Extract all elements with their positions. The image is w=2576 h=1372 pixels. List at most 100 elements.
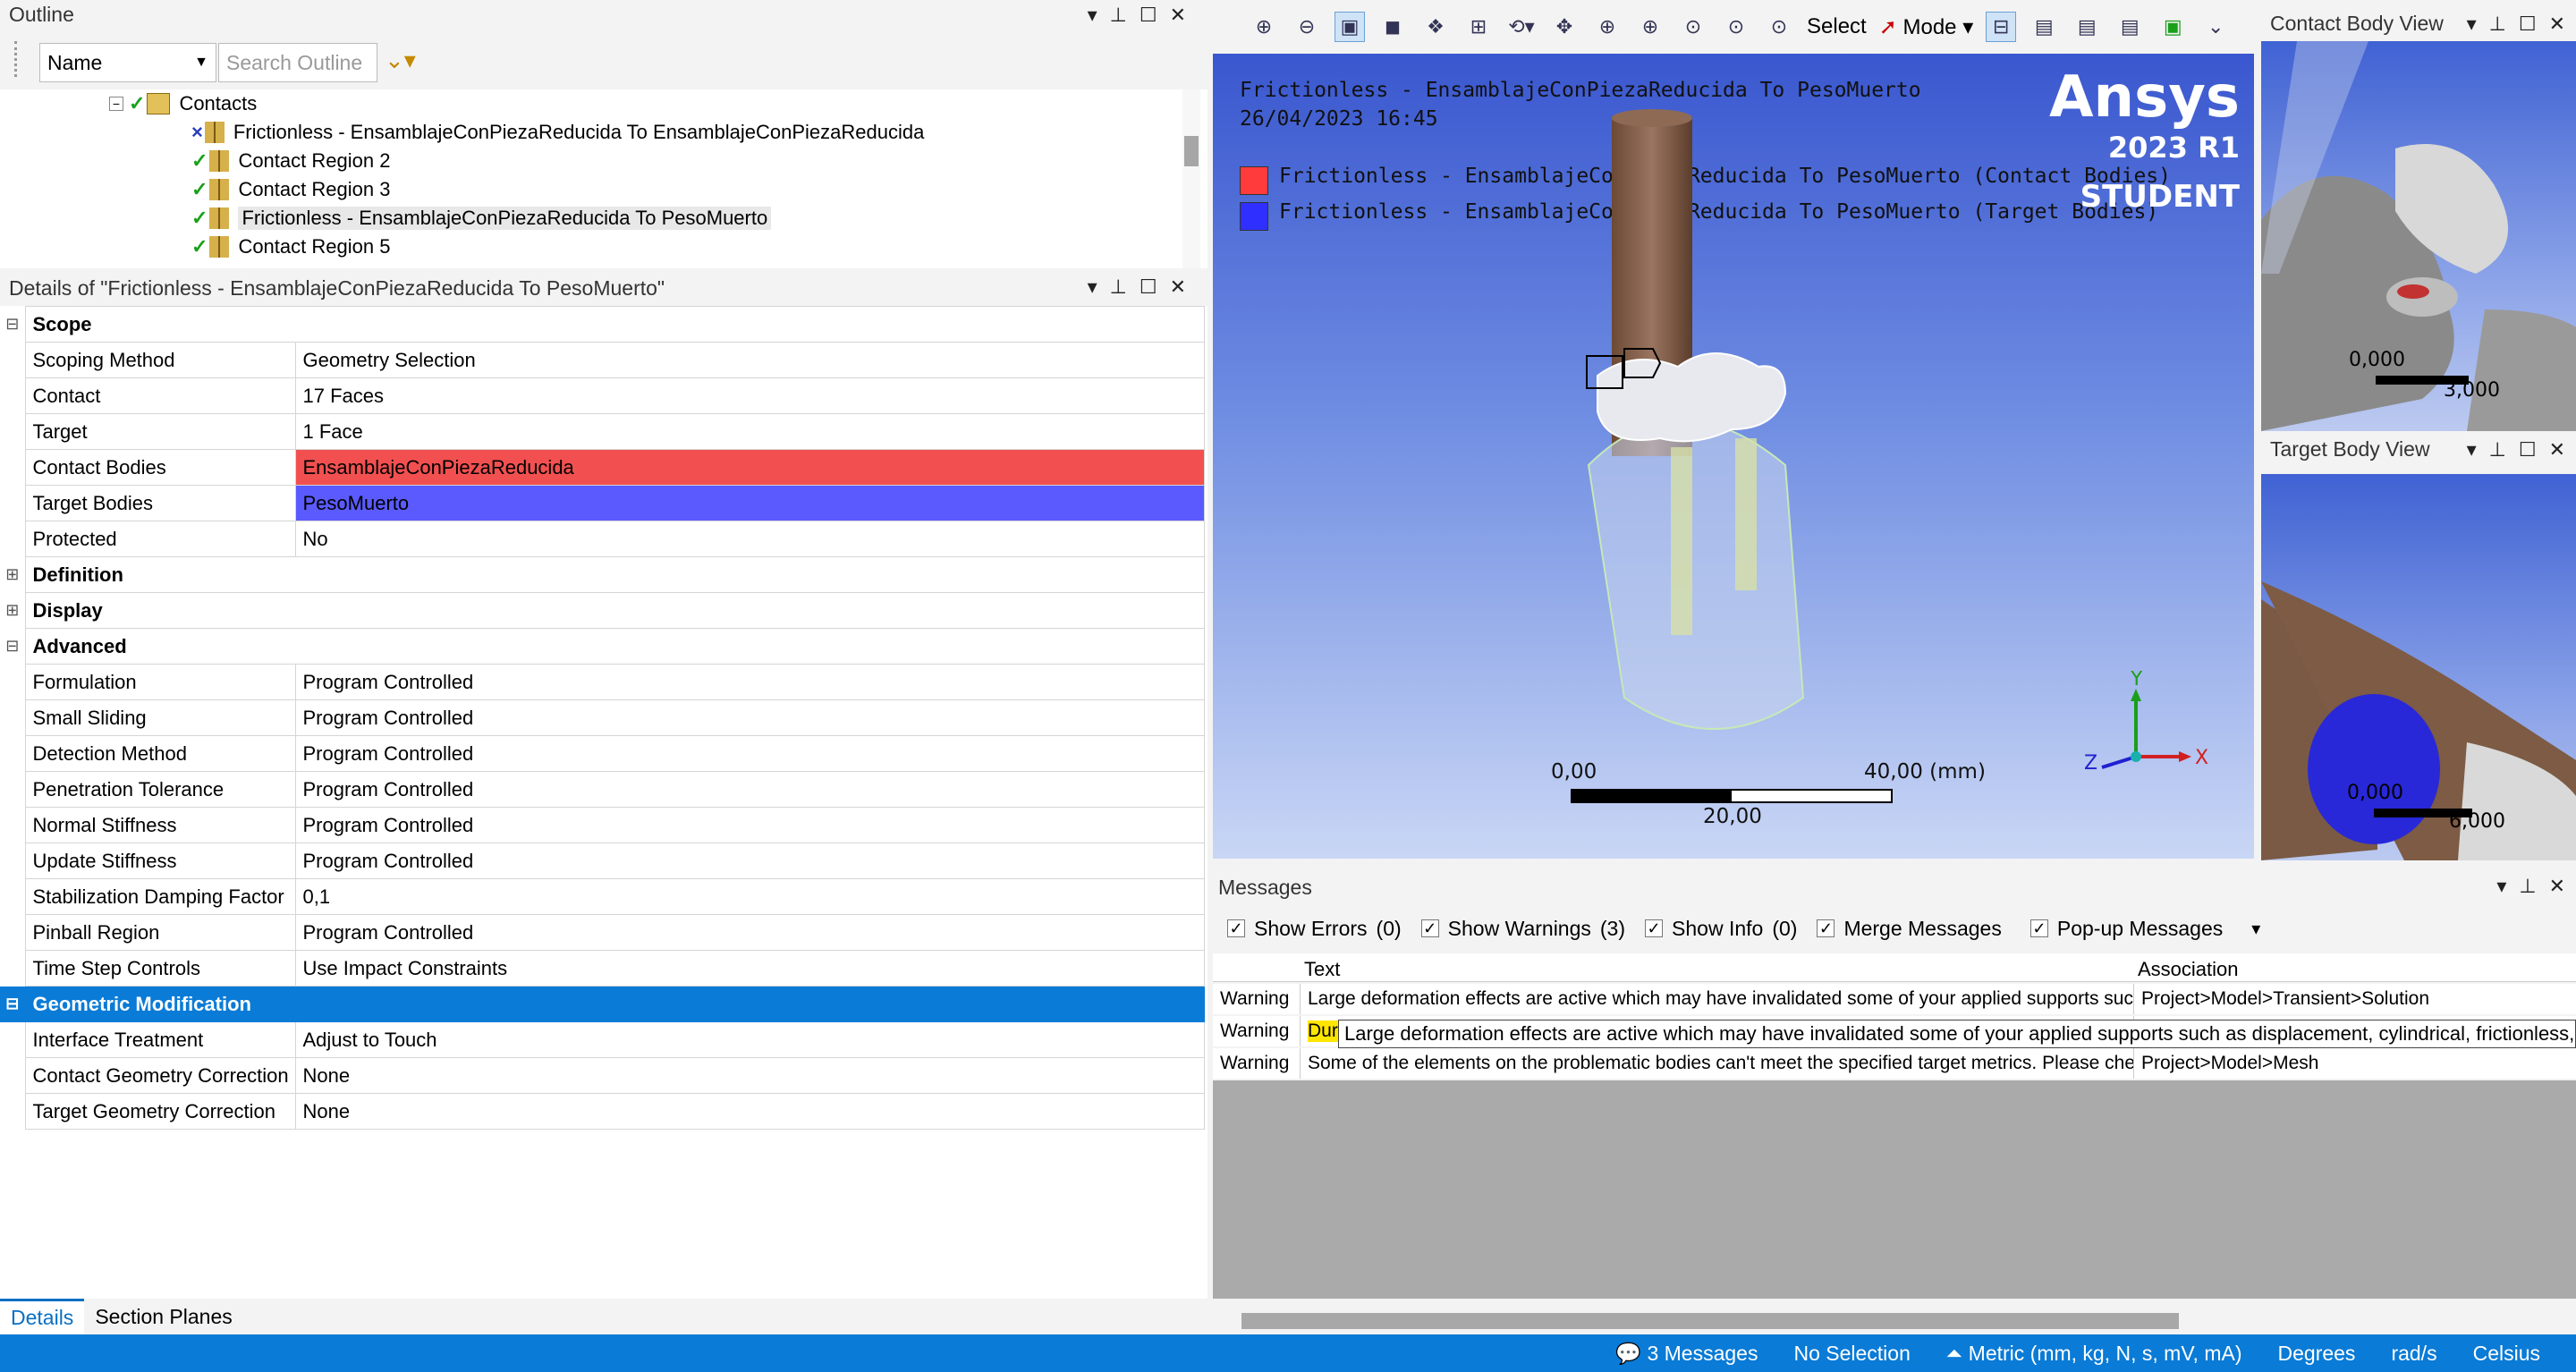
scrollbar-thumb[interactable] <box>1184 136 1199 166</box>
details-row[interactable]: Contact Bodies EnsamblajeConPiezaReducida <box>0 449 1205 486</box>
property-value[interactable]: EnsamblajeConPiezaReducida <box>294 449 1205 486</box>
details-row[interactable]: Scoping Method Geometry Selection <box>0 342 1205 378</box>
tree-item[interactable]: ✓ Contact Region 3 <box>191 175 390 204</box>
maximize-icon[interactable]: ☐ <box>1140 4 1157 27</box>
tab-details[interactable]: Details <box>0 1299 85 1334</box>
close-icon[interactable]: ✕ <box>2549 13 2565 36</box>
property-value[interactable]: Use Impact Constraints <box>294 950 1205 987</box>
property-value[interactable]: Program Controlled <box>294 735 1205 772</box>
property-value[interactable]: Program Controlled <box>294 914 1205 951</box>
select-mode-icon[interactable]: ⊟ <box>1986 12 2017 42</box>
status-rot[interactable]: rad/s <box>2391 1342 2436 1366</box>
details-row[interactable]: Contact 17 Faces <box>0 377 1205 414</box>
dropdown-icon[interactable]: ▾ <box>2467 438 2477 462</box>
select-all-icon[interactable]: ▤ <box>2114 12 2145 42</box>
property-value[interactable]: Geometry Selection <box>294 342 1205 378</box>
zoom-all-icon[interactable]: ⊙ <box>1721 12 1751 42</box>
grip-icon[interactable] <box>14 41 21 77</box>
maximize-icon[interactable]: ☐ <box>1140 275 1157 299</box>
tree-item[interactable]: ✓ Contact Region 2 <box>191 147 390 175</box>
tree-item[interactable]: × Frictionless - EnsamblajeConPiezaReduc… <box>191 118 924 147</box>
chevron-down-icon[interactable]: ▾ <box>2251 918 2260 940</box>
message-row[interactable]: Warning Large deformation effects are act… <box>1213 984 2576 1014</box>
details-row[interactable]: ⊞ Display <box>0 592 1205 629</box>
property-value[interactable]: Program Controlled <box>294 664 1205 700</box>
details-row[interactable]: Protected No <box>0 521 1205 557</box>
zoom-select-icon[interactable]: ⊙ <box>1764 12 1794 42</box>
details-row[interactable]: ⊟ Geometric Modification <box>0 986 1205 1022</box>
horizontal-scrollbar[interactable] <box>1209 1302 2576 1334</box>
expand-icon[interactable]: ⊟ <box>0 307 25 343</box>
property-value[interactable]: No <box>294 521 1205 557</box>
expand-icon[interactable]: ⊟ <box>0 629 25 665</box>
details-row[interactable]: Update Stiffness Program Controlled <box>0 843 1205 879</box>
message-filter[interactable]: ✓ Show Errors (0) <box>1227 917 1402 941</box>
checkbox-checked-icon[interactable]: ✓ <box>1817 919 1835 937</box>
property-value[interactable]: 1 Face <box>294 413 1205 450</box>
rotate-icon[interactable]: ⟲▾ <box>1506 12 1537 42</box>
zoom-box-icon[interactable]: ⊕ <box>1635 12 1665 42</box>
close-icon[interactable]: ✕ <box>2549 875 2565 898</box>
checkbox-checked-icon[interactable]: ✓ <box>1227 919 1245 937</box>
pin-icon[interactable]: ⊥ <box>2489 13 2506 36</box>
pan-icon[interactable]: ✥ <box>1549 12 1580 42</box>
zoom-out-icon[interactable]: ⊖ <box>1292 12 1322 42</box>
property-value[interactable]: Program Controlled <box>294 843 1205 879</box>
tree-item-contacts[interactable]: − ✓ Contacts <box>109 89 257 118</box>
details-row[interactable]: Target 1 Face <box>0 413 1205 450</box>
tree-item[interactable]: ✓ Contact Region 5 <box>191 233 390 261</box>
search-options-icon[interactable]: ⌄▾ <box>385 47 416 74</box>
tab-section-planes[interactable]: Section Planes <box>84 1299 242 1334</box>
dropdown-icon[interactable]: ▾ <box>2496 875 2506 898</box>
details-row[interactable]: Formulation Program Controlled <box>0 664 1205 700</box>
extend-limits-icon[interactable]: ▤ <box>2072 12 2102 42</box>
details-row[interactable]: Normal Stiffness Program Controlled <box>0 807 1205 843</box>
checkbox-checked-icon[interactable]: ✓ <box>2029 919 2048 937</box>
extend-icon[interactable]: ▤ <box>2029 12 2059 42</box>
property-value[interactable]: 17 Faces <box>294 377 1205 414</box>
property-value[interactable]: Program Controlled <box>294 771 1205 808</box>
overflow-icon[interactable]: ⌄ <box>2200 12 2231 42</box>
details-row[interactable]: Target Bodies PesoMuerto <box>0 485 1205 521</box>
property-value[interactable]: None <box>294 1057 1205 1094</box>
details-row[interactable]: Small Sliding Program Controlled <box>0 699 1205 736</box>
property-value[interactable]: 0,1 <box>294 878 1205 915</box>
scrollbar-thumb[interactable] <box>1241 1313 2179 1329</box>
column-association[interactable]: Association <box>2138 958 2239 981</box>
pin-icon[interactable]: ⊥ <box>2489 438 2506 462</box>
search-input[interactable]: Search Outline <box>218 43 377 82</box>
collapse-icon[interactable]: − <box>109 97 123 111</box>
mode-button[interactable]: ➚ Mode ▾ <box>1879 14 1974 40</box>
zoom-fit-icon[interactable]: ⊙ <box>1678 12 1708 42</box>
close-icon[interactable]: ✕ <box>2549 438 2565 462</box>
message-filter[interactable]: ✓ Pop-up Messages <box>2029 917 2232 941</box>
message-filter[interactable]: ✓ Merge Messages <box>1817 917 2010 941</box>
details-row[interactable]: Contact Geometry Correction None <box>0 1057 1205 1094</box>
details-row[interactable]: Time Step Controls Use Impact Constraints <box>0 950 1205 987</box>
property-value[interactable]: Adjust to Touch <box>294 1021 1205 1058</box>
details-row[interactable]: Penetration Tolerance Program Controlled <box>0 771 1205 808</box>
pin-icon[interactable]: ⊥ <box>1110 4 1127 27</box>
cube-icon[interactable]: ◼ <box>1377 12 1408 42</box>
details-row[interactable]: ⊟ Scope <box>0 306 1205 343</box>
message-filter[interactable]: ✓ Show Warnings (3) <box>1420 917 1625 941</box>
details-row[interactable]: Detection Method Program Controlled <box>0 735 1205 772</box>
details-row[interactable]: ⊞ Definition <box>0 556 1205 593</box>
details-row[interactable]: ⊟ Advanced <box>0 628 1205 665</box>
status-temp[interactable]: Celsius <box>2473 1342 2540 1366</box>
contact-view-render[interactable]: 0,000 3,000 <box>2261 41 2576 431</box>
details-row[interactable]: Target Geometry Correction None <box>0 1093 1205 1130</box>
multi-body-icon[interactable]: ❖ <box>1420 12 1451 42</box>
graphics-viewport[interactable]: Frictionless - EnsamblajeConPiezaReducid… <box>1213 54 2254 859</box>
select-label[interactable]: Select <box>1807 14 1867 39</box>
property-value[interactable]: Program Controlled <box>294 807 1205 843</box>
checkbox-checked-icon[interactable]: ✓ <box>1420 919 1439 937</box>
status-units[interactable]: ⏶ Metric (mm, kg, N, s, mV, mA) <box>1946 1342 2242 1366</box>
property-value[interactable]: None <box>294 1093 1205 1130</box>
name-dropdown[interactable]: Name ▼ <box>39 43 216 82</box>
column-text[interactable]: Text <box>1304 958 1340 981</box>
expand-icon[interactable]: ⊟ <box>0 986 25 1022</box>
pin-icon[interactable]: ⊥ <box>2519 875 2536 898</box>
box-select-icon[interactable]: ⊞ <box>1463 12 1494 42</box>
details-row[interactable]: Stabilization Damping Factor 0,1 <box>0 878 1205 915</box>
